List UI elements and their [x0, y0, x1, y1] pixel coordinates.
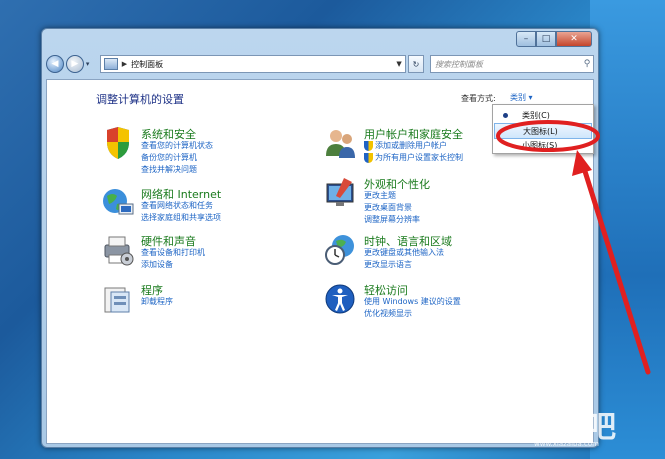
annotation-arrow-head — [572, 150, 592, 176]
annotation-overlay — [496, 120, 651, 375]
annotation-circle — [496, 120, 600, 152]
watermark-url: www.xiazaiba.com — [534, 440, 599, 448]
annotation-arrow-shaft — [580, 162, 651, 375]
